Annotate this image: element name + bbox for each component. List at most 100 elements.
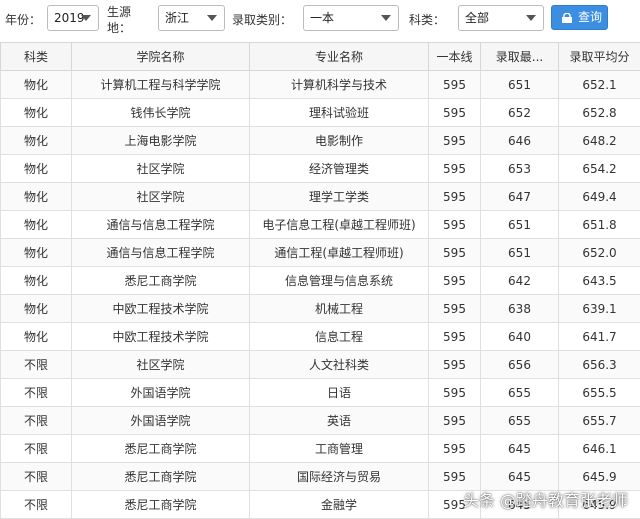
cell-subject: 物化 [0,294,72,323]
cell-major: 电影制作 [249,126,429,155]
table-row[interactable]: 物化 通信与信息工程学院 电子信息工程(卓越工程师班) 595 651 651.8 [0,210,640,239]
table-body: 物化 计算机工程与科学学院 计算机科学与技术 595 651 652.1 物化 钱伟长学院 理科… [0,70,640,519]
category-select[interactable]: 一本 [303,5,399,31]
table-row[interactable]: 物化 中欧工程技术学院 机械工程 595 638 639.1 [0,294,640,323]
cell-subject: 物化 [0,98,72,127]
lock-icon [562,13,572,23]
header-avg-score[interactable]: 录取平均分 [558,42,640,71]
cell-min-score: 651 [480,238,559,267]
cell-college: 中欧工程技术学院 [71,322,250,351]
cell-avg-score: 655.7 [558,406,640,435]
cell-college: 通信与信息工程学院 [71,238,250,267]
cell-major: 通信工程(卓越工程师班) [249,238,429,267]
cell-college: 悉尼工商学院 [71,462,250,491]
cell-min-score: 651 [480,210,559,239]
results-table: 科类 学院名称 专业名称 一本线 录取最... 录取平均分 物化 计算机工程与科学… [0,42,640,519]
table-row[interactable]: 物化 社区学院 理学工学类 595 647 649.4 [0,182,640,211]
results-table-container: 科类 学院名称 专业名称 一本线 录取最... 录取平均分 物化 计算机工程与科学… [0,42,640,519]
cell-avg-score: 654.2 [558,154,640,183]
table-row[interactable]: 物化 上海电影学院 电影制作 595 646 648.2 [0,126,640,155]
table-row[interactable]: 不限 外国语学院 日语 595 655 655.5 [0,378,640,407]
cell-college: 悉尼工商学院 [71,490,250,519]
table-row[interactable]: 物化 钱伟长学院 理科试验班 595 652 652.8 [0,98,640,127]
subject-select-value: 全部 [465,11,490,25]
cell-subject: 物化 [0,154,72,183]
cell-tier-line: 595 [428,182,481,211]
cell-major: 英语 [249,406,429,435]
cell-avg-score: 652.1 [558,70,640,99]
table-row[interactable]: 不限 悉尼工商学院 工商管理 595 645 646.1 [0,434,640,463]
cell-college: 计算机工程与科学学院 [71,70,250,99]
cell-college: 社区学院 [71,182,250,211]
table-row[interactable]: 物化 通信与信息工程学院 通信工程(卓越工程师班) 595 651 652.0 [0,238,640,267]
cell-subject: 不限 [0,434,72,463]
cell-college: 外国语学院 [71,406,250,435]
header-tier-line[interactable]: 一本线 [428,42,481,71]
cell-college: 上海电影学院 [71,126,250,155]
cell-tier-line: 595 [428,322,481,351]
cell-subject: 不限 [0,378,72,407]
filter-bar: 年份： 2019 生源 地： 浙江 录取类别： 一本 科类： 全部 查询 [0,0,640,40]
cell-college: 悉尼工商学院 [71,434,250,463]
table-row[interactable]: 物化 中欧工程技术学院 信息工程 595 640 641.7 [0,322,640,351]
header-major[interactable]: 专业名称 [249,42,429,71]
header-college[interactable]: 学院名称 [71,42,250,71]
cell-tier-line: 595 [428,406,481,435]
cell-subject: 不限 [0,490,72,519]
origin-select-value: 浙江 [165,11,190,25]
cell-avg-score: 646.1 [558,434,640,463]
chevron-down-icon [381,15,391,21]
table-row[interactable]: 不限 外国语学院 英语 595 655 655.7 [0,406,640,435]
cell-min-score: 642 [480,266,559,295]
cell-subject: 不限 [0,462,72,491]
cell-tier-line: 595 [428,266,481,295]
table-row[interactable]: 物化 悉尼工商学院 信息管理与信息系统 595 642 643.5 [0,266,640,295]
cell-major: 电子信息工程(卓越工程师班) [249,210,429,239]
table-row[interactable]: 不限 社区学院 人文社科类 595 656 656.3 [0,350,640,379]
cell-subject: 物化 [0,126,72,155]
cell-subject: 物化 [0,182,72,211]
cell-subject: 物化 [0,266,72,295]
year-select[interactable]: 2019 [47,5,99,31]
cell-min-score: 655 [480,378,559,407]
cell-min-score: 640 [480,322,559,351]
cell-avg-score: 656.3 [558,350,640,379]
chevron-down-icon [207,15,217,21]
cell-major: 日语 [249,378,429,407]
header-min-score[interactable]: 录取最... [480,42,559,71]
cell-avg-score: 649.4 [558,182,640,211]
cell-min-score: 647 [480,182,559,211]
subject-select[interactable]: 全部 [458,5,544,31]
category-select-value: 一本 [310,11,335,25]
year-select-value: 2019 [54,11,85,25]
origin-select[interactable]: 浙江 [158,5,225,31]
cell-tier-line: 595 [428,350,481,379]
cell-major: 计算机科学与技术 [249,70,429,99]
cell-college: 社区学院 [71,350,250,379]
cell-tier-line: 595 [428,210,481,239]
cell-major: 机械工程 [249,294,429,323]
cell-avg-score: 641.7 [558,322,640,351]
cell-avg-score: 655.5 [558,378,640,407]
cell-min-score: 645 [480,434,559,463]
cell-college: 社区学院 [71,154,250,183]
table-header-row: 科类 学院名称 专业名称 一本线 录取最... 录取平均分 [0,42,640,71]
cell-min-score: 651 [480,70,559,99]
cell-major: 经济管理类 [249,154,429,183]
header-subject[interactable]: 科类 [0,42,72,71]
cell-tier-line: 595 [428,70,481,99]
cell-subject: 物化 [0,238,72,267]
query-button[interactable]: 查询 [551,5,608,30]
table-row[interactable]: 物化 计算机工程与科学学院 计算机科学与技术 595 651 652.1 [0,70,640,99]
cell-major: 信息管理与信息系统 [249,266,429,295]
cell-tier-line: 595 [428,294,481,323]
cell-subject: 物化 [0,210,72,239]
cell-subject: 不限 [0,406,72,435]
cell-subject: 物化 [0,70,72,99]
cell-college: 钱伟长学院 [71,98,250,127]
table-row[interactable]: 物化 社区学院 经济管理类 595 653 654.2 [0,154,640,183]
cell-college: 通信与信息工程学院 [71,210,250,239]
cell-major: 金融学 [249,490,429,519]
cell-avg-score: 639.1 [558,294,640,323]
cell-major: 工商管理 [249,434,429,463]
